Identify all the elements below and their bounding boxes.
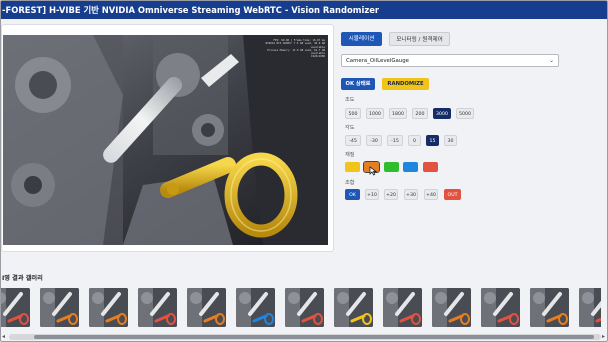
horizontal-scrollbar[interactable]: [9, 334, 601, 340]
color-label: 재질: [345, 152, 355, 158]
color-swatch-blue[interactable]: [403, 162, 418, 172]
gallery-thumbnail[interactable]: [236, 288, 275, 327]
level-label: 조합: [345, 180, 355, 186]
chevron-down-icon: ⌄: [549, 58, 554, 64]
gallery-thumbnail[interactable]: [481, 288, 520, 327]
gallery-thumbnail[interactable]: [334, 288, 373, 327]
gallery-title: I영 결과 갤러리: [2, 275, 43, 282]
angle-option-0[interactable]: 0: [408, 135, 421, 146]
illum-option-3000[interactable]: 3000: [433, 108, 451, 119]
stream-viewport[interactable]: FPS: 60.00 | Frame time: 16.67 ms NVIDIA…: [3, 35, 328, 245]
angle-label: 각도: [345, 125, 355, 131]
app-header: -FOREST] H-VIBE 기반 NVIDIA Omniverse Stre…: [1, 1, 607, 19]
gallery-thumbnail[interactable]: [285, 288, 324, 327]
illum-option-1000[interactable]: 1000: [366, 108, 384, 119]
level-option-plus30[interactable]: +30: [404, 189, 418, 200]
angle-option-neg15[interactable]: -15: [387, 135, 403, 146]
stats-overlay: FPS: 60.00 | Frame time: 16.67 ms NVIDIA…: [261, 39, 325, 59]
gallery-thumbnail[interactable]: [40, 288, 79, 327]
level-option-plus10[interactable]: +10: [365, 189, 379, 200]
gallery-thumbnail[interactable]: [187, 288, 226, 327]
illum-option-500[interactable]: 500: [345, 108, 361, 119]
scroll-left-icon[interactable]: ◂: [2, 333, 5, 340]
gallery-strip: [1, 288, 601, 329]
scrollbar-thumb[interactable]: [34, 335, 594, 339]
angle-option-neg45[interactable]: -45: [345, 135, 361, 146]
gallery-thumbnail[interactable]: [138, 288, 177, 327]
stream-viewer-card: FPS: 60.00 | Frame time: 16.67 ms NVIDIA…: [1, 24, 334, 252]
gallery-thumbnail[interactable]: [89, 288, 128, 327]
randomize-button[interactable]: RANDOMIZE: [382, 78, 429, 90]
color-swatch-yellow[interactable]: [345, 162, 360, 172]
angle-option-15[interactable]: 15: [426, 135, 439, 146]
illum-option-1800[interactable]: 1800: [389, 108, 407, 119]
gallery-thumbnail[interactable]: [383, 288, 422, 327]
level-option-ok[interactable]: OK: [345, 189, 360, 200]
color-swatch-red[interactable]: [423, 162, 438, 172]
gallery-thumbnail[interactable]: [1, 288, 30, 327]
mouse-cursor-icon: [369, 166, 377, 176]
level-option-out[interactable]: OUT: [444, 189, 461, 200]
angle-option-30[interactable]: 30: [444, 135, 457, 146]
color-swatch-green[interactable]: [384, 162, 399, 172]
illum-option-5000[interactable]: 5000: [456, 108, 474, 119]
tab-simulation[interactable]: 시뮬레이션: [341, 32, 382, 46]
illum-label: 조도: [345, 97, 355, 103]
gallery-thumbnail[interactable]: [432, 288, 471, 327]
engine-render-image: [3, 35, 328, 245]
gallery-thumbnail[interactable]: [579, 288, 601, 327]
tab-monitoring[interactable]: 모니터링 / 원격제어: [389, 32, 450, 46]
app-window: -FOREST] H-VIBE 기반 NVIDIA Omniverse Stre…: [0, 0, 608, 342]
stats-line: NVIDIA RTX A6000: 7.5 GB used, 40.0 GB a…: [265, 42, 325, 49]
stats-line: 1920x1080: [310, 55, 325, 59]
level-option-plus20[interactable]: +20: [384, 189, 398, 200]
ok-state-button[interactable]: OK 상태로: [341, 78, 375, 90]
control-panel: 시뮬레이션 모니터링 / 원격제어 Camera_OilLevelGauge ⌄…: [339, 24, 601, 254]
angle-option-neg30[interactable]: -30: [366, 135, 382, 146]
camera-select[interactable]: Camera_OilLevelGauge ⌄: [341, 54, 559, 67]
level-option-plus40[interactable]: +40: [424, 189, 438, 200]
illum-option-200[interactable]: 200: [412, 108, 428, 119]
gallery-thumbnail[interactable]: [530, 288, 569, 327]
page-title: -FOREST] H-VIBE 기반 NVIDIA Omniverse Stre…: [2, 5, 380, 15]
camera-select-value: Camera_OilLevelGauge: [346, 58, 409, 64]
scroll-right-icon[interactable]: ▸: [602, 333, 605, 340]
